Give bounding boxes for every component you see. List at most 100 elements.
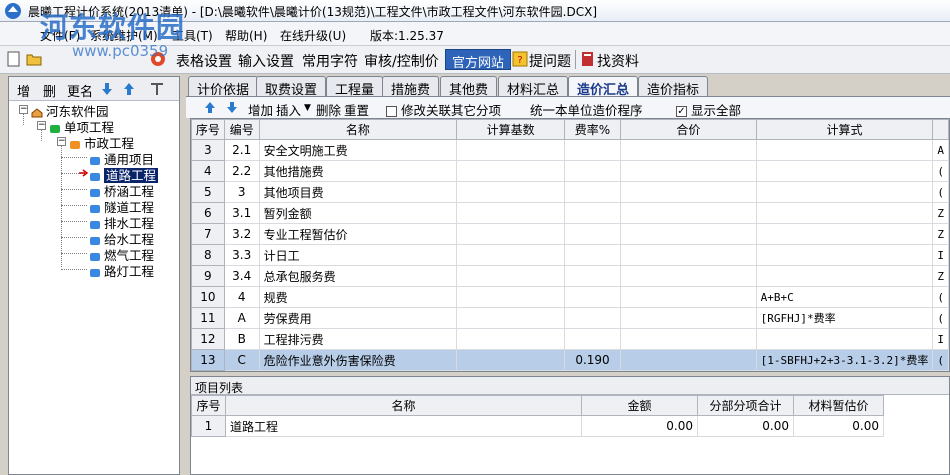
cell-name[interactable]: 道路工程 bbox=[225, 415, 582, 437]
tab-other-fees[interactable]: 其他费 bbox=[440, 76, 498, 98]
cell-code[interactable]: 3.1 bbox=[223, 202, 260, 224]
cell-extra[interactable]: ( bbox=[932, 349, 949, 371]
expand-level2-toggle[interactable]: − bbox=[57, 137, 66, 146]
question-icon[interactable]: ? bbox=[512, 51, 528, 67]
cell-total[interactable] bbox=[620, 139, 757, 161]
cell-total[interactable] bbox=[620, 181, 757, 203]
rename-node-button[interactable]: 更名 bbox=[67, 81, 93, 100]
col-header-name[interactable]: 名称 bbox=[225, 395, 582, 416]
delete-node-button[interactable]: 删 bbox=[43, 81, 56, 100]
cell-total[interactable] bbox=[620, 202, 757, 224]
renumber-button[interactable]: 重置 bbox=[344, 100, 369, 119]
col-header-base[interactable]: 计算基数 bbox=[456, 119, 565, 140]
expand-level1-toggle[interactable]: − bbox=[37, 121, 46, 130]
cell-subtotal[interactable]: 0.00 bbox=[697, 415, 794, 437]
cell-code[interactable]: 3.2 bbox=[223, 223, 260, 245]
cell-formula[interactable] bbox=[755, 265, 934, 287]
tab-pricing-basis[interactable]: 计价依据 bbox=[188, 76, 259, 98]
table-settings-button[interactable]: 表格设置 bbox=[176, 51, 232, 71]
tree-leaf-tunnel[interactable]: 隧道工程 bbox=[89, 197, 154, 215]
cell-formula[interactable] bbox=[755, 328, 934, 350]
cell-formula[interactable]: [1-SBFHJ+2+3-3.1-3.2]*费率 bbox=[755, 349, 934, 371]
cell-no[interactable]: 11 bbox=[191, 307, 225, 329]
cell-rate[interactable] bbox=[563, 286, 622, 308]
cell-code[interactable]: 3.3 bbox=[223, 244, 260, 266]
table-row[interactable]: 13 C 危险作业意外伤害保险费 0.190 [1-SBFHJ+2+3-3.1-3.2]… bbox=[191, 349, 949, 371]
cell-base[interactable] bbox=[456, 181, 565, 203]
tree-leaf-lighting[interactable]: 路灯工程 bbox=[89, 261, 154, 279]
menu-help[interactable]: 帮助(H) bbox=[225, 27, 267, 44]
cell-no[interactable]: 5 bbox=[191, 181, 225, 203]
cell-rate[interactable] bbox=[563, 139, 622, 161]
cell-extra[interactable]: I bbox=[932, 244, 949, 266]
settings-icon[interactable] bbox=[149, 81, 165, 97]
cell-code[interactable]: B bbox=[223, 328, 260, 350]
chevron-down-icon[interactable]: ▼ bbox=[304, 103, 311, 113]
col-header-rate[interactable]: 费率% bbox=[563, 119, 622, 140]
cell-no[interactable]: 1 bbox=[191, 415, 226, 437]
col-header-no[interactable]: 序号 bbox=[191, 119, 225, 140]
tab-measures[interactable]: 措施费 bbox=[382, 76, 440, 98]
cell-formula[interactable] bbox=[755, 223, 934, 245]
find-docs-button[interactable]: 找资料 bbox=[597, 51, 639, 71]
open-icon[interactable] bbox=[26, 51, 42, 67]
cell-rate[interactable] bbox=[563, 307, 622, 329]
move-down-icon[interactable] bbox=[226, 101, 238, 114]
cell-name[interactable]: 计日工 bbox=[258, 244, 458, 266]
cell-name[interactable]: 其他措施费 bbox=[258, 160, 458, 182]
cell-total[interactable] bbox=[620, 349, 757, 371]
new-icon[interactable] bbox=[6, 51, 22, 67]
tree-node-municipal[interactable]: 市政工程 bbox=[69, 133, 134, 151]
cell-rate[interactable] bbox=[563, 160, 622, 182]
cell-code[interactable]: 3 bbox=[223, 181, 260, 203]
table-row[interactable]: 12 B 工程排污费 I bbox=[191, 328, 949, 350]
checkbox-checked[interactable]: ✓ bbox=[676, 106, 687, 117]
cell-name[interactable]: 专业工程暂估价 bbox=[258, 223, 458, 245]
menu-online-upgrade[interactable]: 在线升级(U) bbox=[280, 27, 346, 44]
cell-name[interactable]: 危险作业意外伤害保险费 bbox=[258, 349, 458, 371]
cell-extra[interactable]: I bbox=[932, 328, 949, 350]
cell-no[interactable]: 9 bbox=[191, 265, 225, 287]
cell-formula[interactable]: [RGFHJ]*费率 bbox=[755, 307, 934, 329]
cell-formula[interactable] bbox=[755, 160, 934, 182]
col-header-formula[interactable]: 计算式 bbox=[755, 119, 934, 140]
table-row[interactable]: 6 3.1 暂列金额 Z bbox=[191, 202, 949, 224]
insert-button[interactable]: 插入 bbox=[276, 100, 301, 119]
cell-extra[interactable]: Z bbox=[932, 265, 949, 287]
col-header-subtotal[interactable]: 分部分项合计 bbox=[697, 395, 794, 416]
table-row[interactable]: 10 4 规费 A+B+C( bbox=[191, 286, 949, 308]
tab-cost-summary[interactable]: 造价汇总 bbox=[568, 76, 639, 98]
cell-no[interactable]: 12 bbox=[191, 328, 225, 350]
cell-total[interactable] bbox=[620, 328, 757, 350]
col-header-no[interactable]: 序号 bbox=[191, 395, 226, 416]
cell-rate[interactable] bbox=[563, 244, 622, 266]
cell-extra[interactable]: ( bbox=[932, 286, 949, 308]
tree-leaf-drainage[interactable]: 排水工程 bbox=[89, 213, 154, 231]
cell-no[interactable]: 7 bbox=[191, 223, 225, 245]
cell-formula[interactable] bbox=[755, 202, 934, 224]
cell-total[interactable] bbox=[620, 223, 757, 245]
cell-base[interactable] bbox=[456, 160, 565, 182]
cell-material[interactable]: 0.00 bbox=[793, 415, 884, 437]
cell-base[interactable] bbox=[456, 328, 565, 350]
tree-node-single-project[interactable]: 单项工程 bbox=[49, 117, 114, 135]
cell-extra[interactable]: ( bbox=[932, 181, 949, 203]
cell-base[interactable] bbox=[456, 265, 565, 287]
tree-leaf-gas[interactable]: 燃气工程 bbox=[89, 245, 154, 263]
cell-name[interactable]: 劳保费用 bbox=[258, 307, 458, 329]
cell-amount[interactable]: 0.00 bbox=[581, 415, 698, 437]
table-row[interactable]: 8 3.3 计日工 I bbox=[191, 244, 949, 266]
modify-linked-checkbox[interactable]: 修改关联其它分项 bbox=[386, 100, 501, 119]
add-node-button[interactable]: 增 bbox=[17, 81, 30, 100]
tree-leaf-general[interactable]: 通用项目 bbox=[89, 149, 154, 167]
audit-button[interactable]: 审核/控制价 bbox=[364, 51, 439, 71]
cell-rate[interactable]: 0.190 bbox=[563, 349, 622, 371]
cell-formula[interactable]: A+B+C bbox=[755, 286, 934, 308]
table-row[interactable]: 5 3 其他项目费 ( bbox=[191, 181, 949, 203]
cell-rate[interactable] bbox=[563, 181, 622, 203]
tree-root[interactable]: 河东软件园 bbox=[31, 101, 109, 119]
table-row[interactable]: 4 2.2 其他措施费 ( bbox=[191, 160, 949, 182]
cell-code[interactable]: 2.2 bbox=[223, 160, 260, 182]
common-chars-button[interactable]: 常用字符 bbox=[302, 51, 358, 71]
cell-no[interactable]: 3 bbox=[191, 139, 225, 161]
